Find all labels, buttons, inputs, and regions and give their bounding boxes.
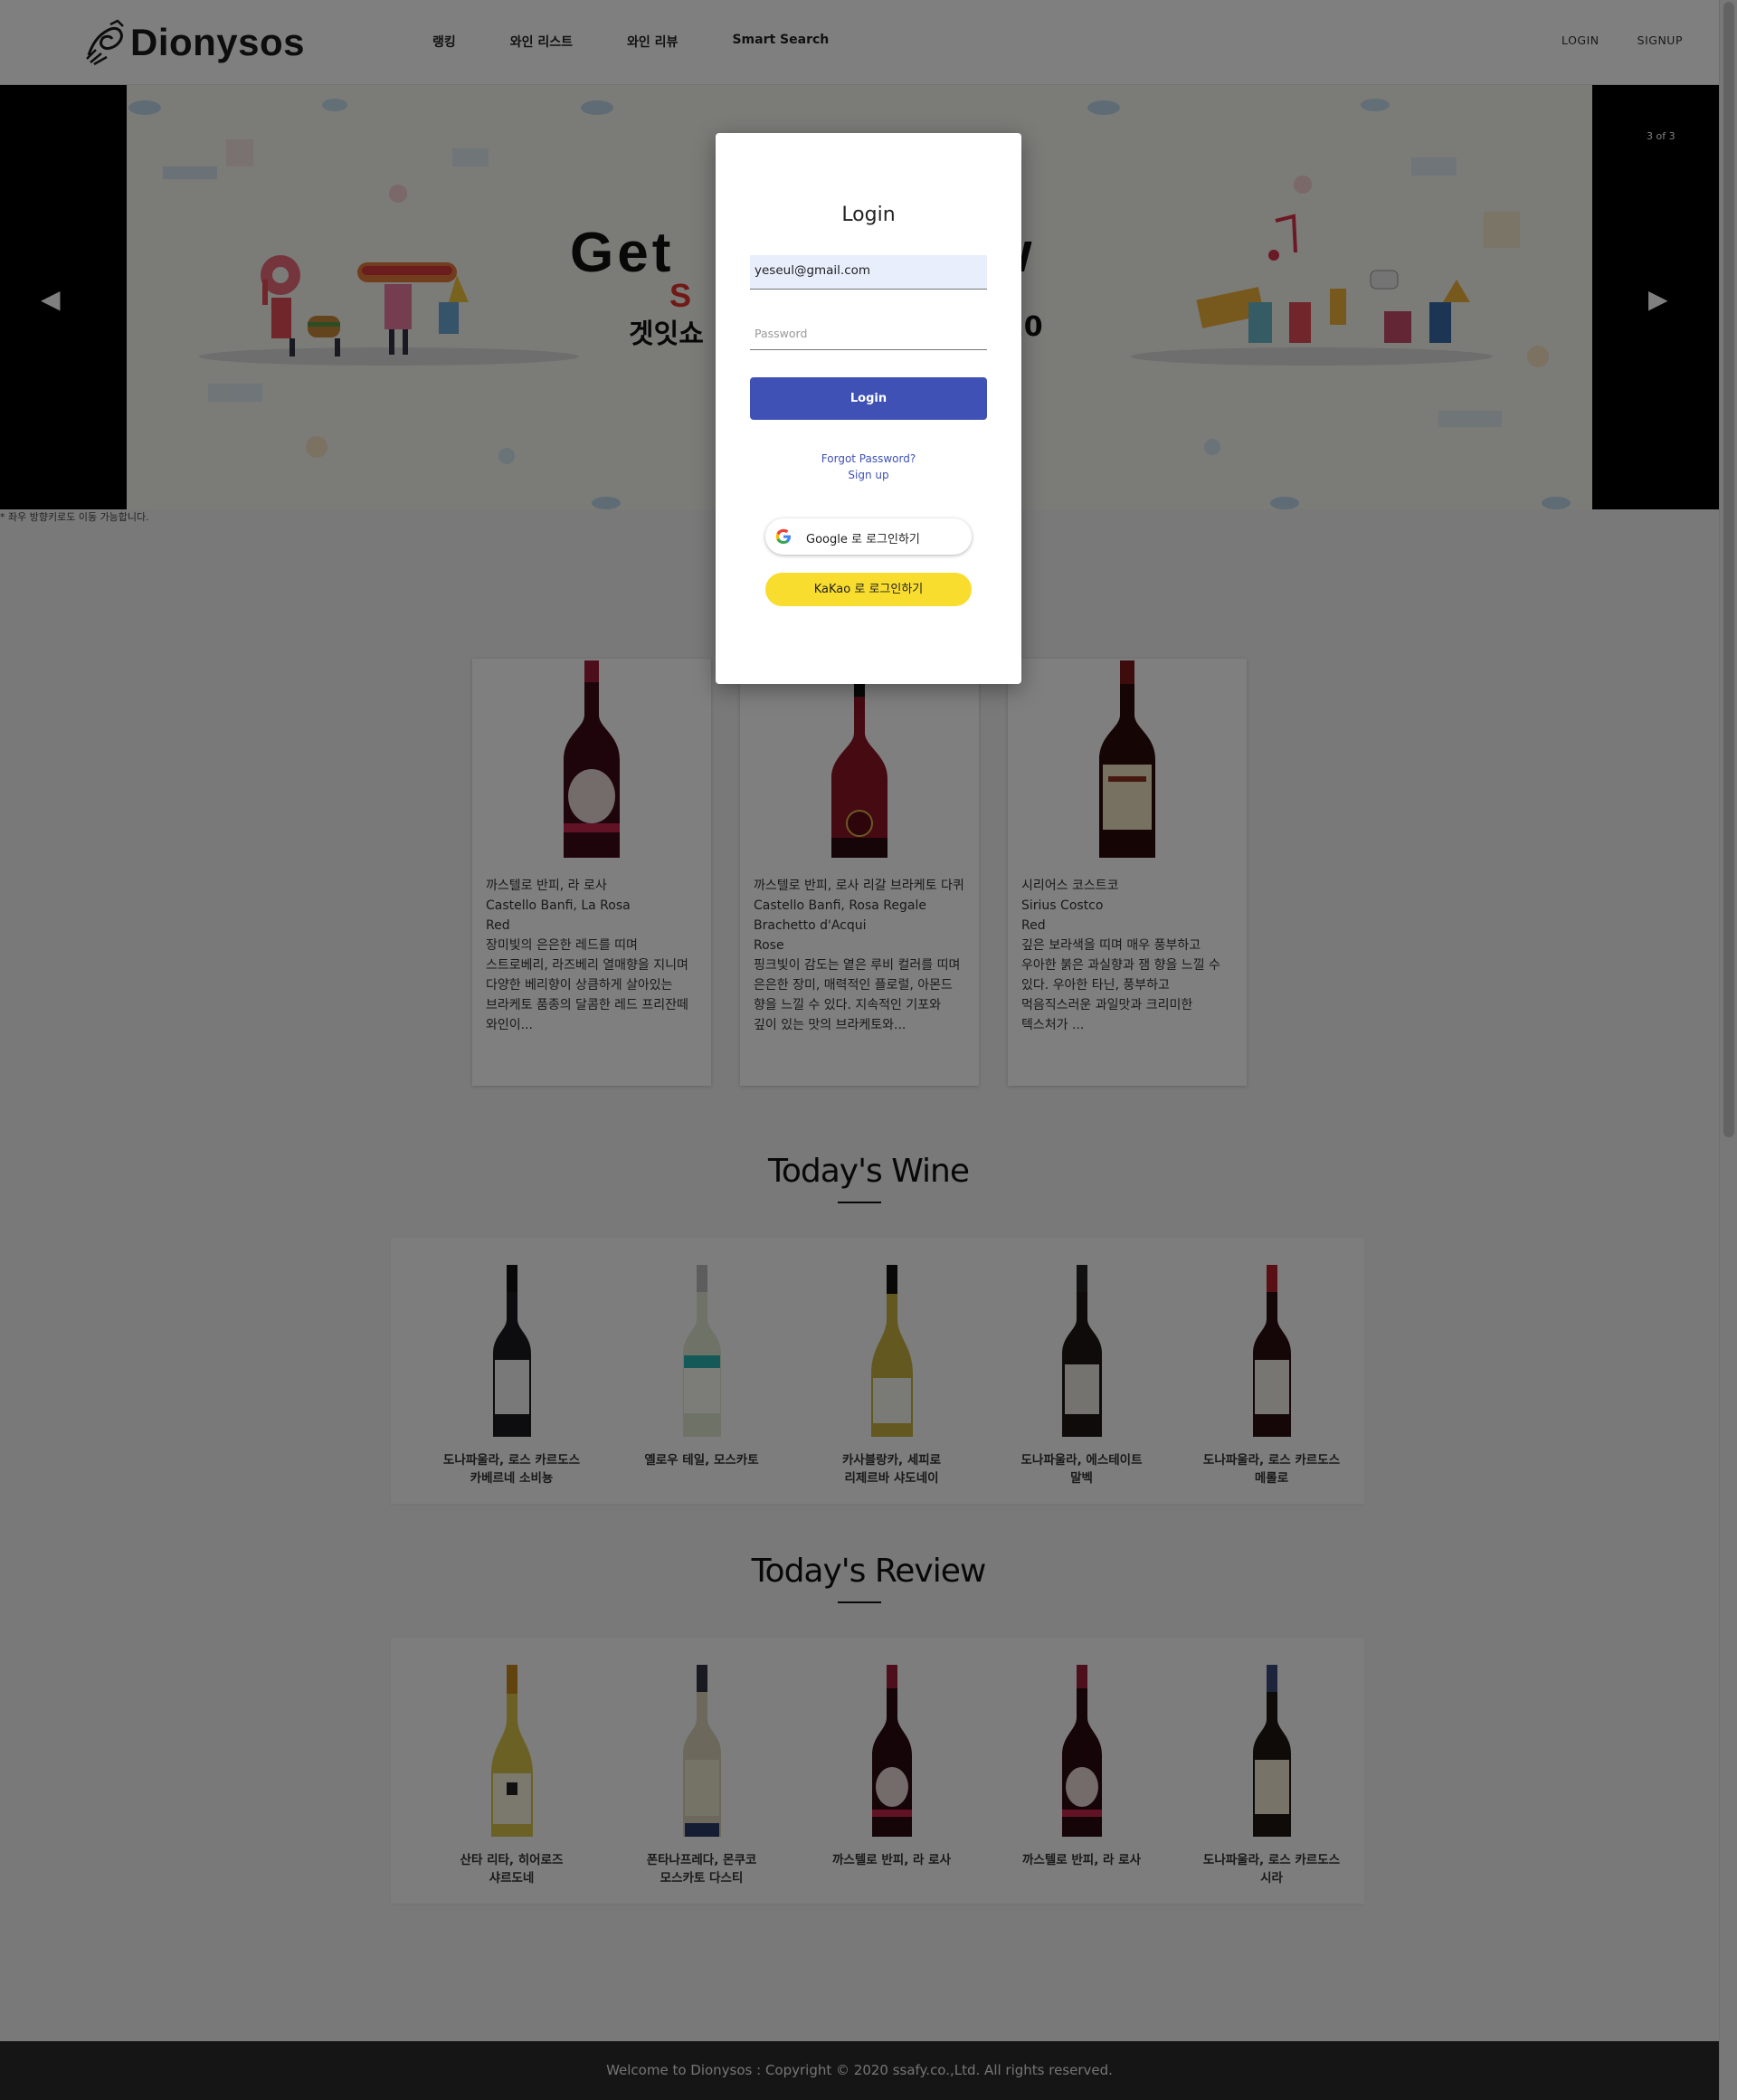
google-icon [775,528,791,544]
login-modal: Login yeseul@gmail.com Password Login Fo… [716,133,1021,684]
forgot-password-link[interactable]: Forgot Password? [716,452,1021,465]
login-modal-title: Login [841,204,896,226]
email-field[interactable]: yeseul@gmail.com [750,255,987,290]
google-login-button[interactable]: Google 로 로그인하기 [765,518,972,555]
google-login-label: Google 로 로그인하기 [806,533,920,546]
password-field[interactable]: Password [750,316,987,350]
signup-link[interactable]: Sign up [716,469,1021,481]
kakao-login-button[interactable]: KaKao 로 로그인하기 [765,573,972,606]
login-button[interactable]: Login [750,377,987,420]
